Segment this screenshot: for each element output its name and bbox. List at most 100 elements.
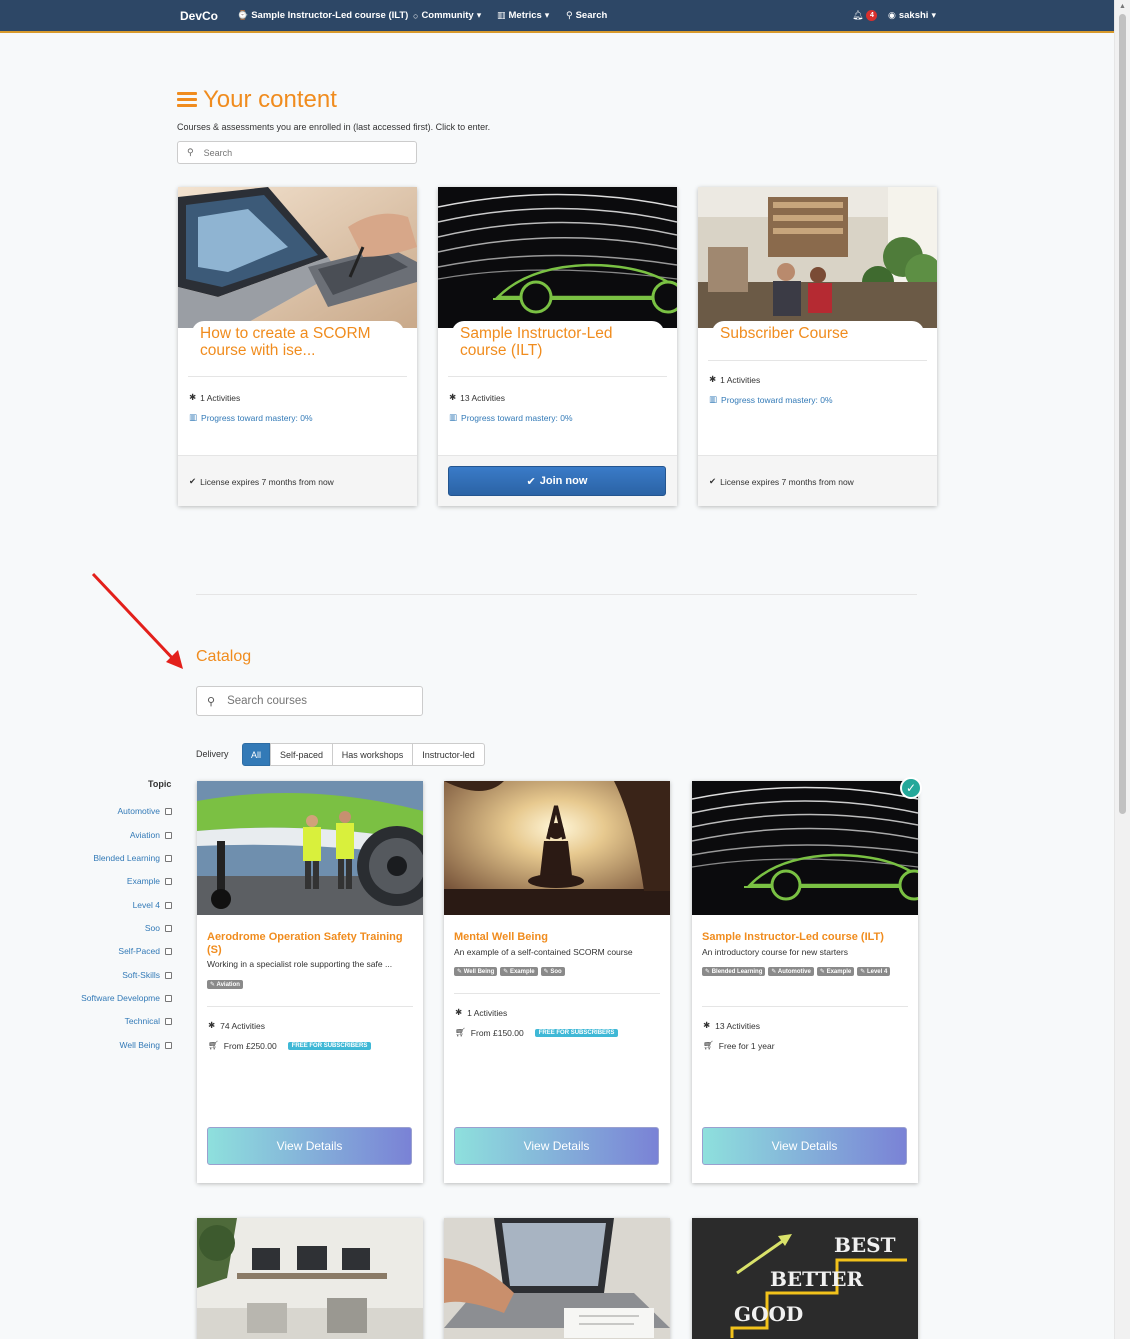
user-menu-dropdown[interactable]: ◉ sakshi ▾ (888, 10, 936, 21)
your-content-subtitle: Courses & assessments you are enrolled i… (177, 122, 491, 132)
catalog-search[interactable]: ⚲ (196, 686, 423, 716)
progress-link[interactable]: ▥ Progress toward mastery: 0% (449, 412, 573, 423)
bar-chart-icon: ▥ (709, 394, 718, 404)
asterisk-icon: ✱ (455, 1007, 463, 1017)
view-details-button[interactable]: View Details (207, 1127, 412, 1165)
checkbox[interactable] (165, 854, 172, 862)
course-tags: ✎ Aviation (207, 980, 413, 989)
caret-down-icon: ▾ (476, 10, 482, 20)
progress-label: Progress toward mastery: 0% (201, 412, 313, 423)
delivery-filter-instructor-led[interactable]: Instructor-led (412, 743, 485, 766)
topic-filter-aviation[interactable]: Aviation (130, 830, 172, 840)
topic-filter-example[interactable]: Example (127, 876, 172, 886)
course-description: An example of a self-contained SCORM cou… (454, 947, 633, 957)
checkbox[interactable] (165, 1041, 172, 1049)
caret-down-icon: ▾ (931, 10, 936, 20)
notifications-button[interactable]: 🔔︎ 4 (852, 10, 878, 21)
checkbox[interactable] (165, 924, 172, 932)
topic-filter-automotive[interactable]: Automotive (117, 806, 172, 816)
topic-filter-self-paced[interactable]: Self-Paced (118, 946, 172, 956)
course-image-meditation-sunset (444, 781, 670, 915)
card-footer: ✔ License expires 7 months from now (698, 455, 937, 506)
checkbox[interactable] (165, 947, 172, 955)
checkbox[interactable] (165, 831, 172, 839)
view-details-button[interactable]: View Details (454, 1127, 659, 1165)
scroll-up-arrow-icon[interactable]: ▲ (1119, 3, 1126, 10)
checkbox[interactable] (165, 1017, 172, 1025)
tag-badge: ✎ Well Being (454, 967, 498, 976)
price-info: 🛒︎ From £250.00 FREE FOR SUBSCRIBERS (208, 1040, 372, 1051)
progress-link[interactable]: ▥ Progress toward mastery: 0% (709, 394, 833, 405)
nav-metrics-dropdown[interactable]: ▥ Metrics ▾ (497, 10, 549, 21)
delivery-filter-all[interactable]: All (242, 743, 270, 766)
good-text: GOOD (734, 1302, 803, 1326)
nav-search-link[interactable]: ⚲ Search (566, 10, 607, 21)
catalog-course-card[interactable]: Mental Well Being An example of a self-c… (444, 781, 670, 1183)
catalog-course-card[interactable] (197, 1218, 423, 1339)
delivery-label: Delivery (196, 749, 229, 759)
asterisk-icon: ✱ (709, 374, 717, 384)
delivery-filter-self-paced[interactable]: Self-paced (270, 743, 333, 766)
catalog-heading: Catalog (196, 648, 252, 665)
activities-label: 74 Activities (220, 1020, 266, 1031)
topic-filter-soo[interactable]: Soo (145, 923, 172, 933)
course-title[interactable]: How to create a SCORM course with ise... (192, 321, 404, 363)
brand-link[interactable]: DevCo (180, 9, 218, 23)
progress-link[interactable]: ▥ Progress toward mastery: 0% (189, 412, 313, 423)
nav-community-dropdown[interactable]: ○ Community ▾ (413, 10, 481, 21)
tag-badge: ✎ Soo (540, 967, 565, 976)
enrolled-course-card[interactable]: Subscriber Course ✱ 1 Activities ▥ Progr… (698, 187, 937, 506)
enrolled-course-card[interactable]: How to create a SCORM course with ise...… (178, 187, 417, 506)
divider (454, 993, 660, 994)
checkbox[interactable] (165, 994, 172, 1002)
checkbox[interactable] (165, 877, 172, 885)
catalog-course-card[interactable]: BEST BETTER GOOD (692, 1218, 918, 1339)
asterisk-icon: ✱ (208, 1020, 216, 1030)
checkbox[interactable] (165, 807, 172, 815)
nav-current-course[interactable]: ⌚ Sample Instructor-Led course (ILT) (237, 10, 408, 21)
catalog-search-input[interactable] (227, 695, 408, 707)
scrollbar-thumb[interactable] (1119, 14, 1126, 814)
your-content-search[interactable]: ⚲ (177, 141, 417, 164)
your-content-search-input[interactable] (203, 147, 394, 158)
catalog-course-card[interactable]: ✓ Sample Instructor-Led course (ILT) An … (692, 777, 922, 1183)
catalog-course-card[interactable] (444, 1218, 670, 1339)
user-name: sakshi (898, 10, 929, 21)
nav-community-label: Community (421, 10, 474, 21)
activities-count: ✱ 13 Activities (449, 392, 505, 403)
course-title[interactable]: Sample Instructor-Led course (ILT) (452, 321, 664, 363)
topic-filter-level-4[interactable]: Level 4 (133, 900, 172, 910)
topic-filter-blended-learning[interactable]: Blended Learning (93, 853, 172, 863)
progress-label: Progress toward mastery: 0% (461, 412, 573, 423)
topic-filter-soft-skills[interactable]: Soft-Skills (122, 970, 172, 980)
enrolled-course-card[interactable]: Sample Instructor-Led course (ILT) ✱ 13 … (438, 187, 677, 506)
catalog-course-card[interactable]: Aerodrome Operation Safety Training (S) … (197, 781, 423, 1183)
view-details-button[interactable]: View Details (702, 1127, 907, 1165)
checkbox[interactable] (165, 901, 172, 909)
course-title[interactable]: Mental Well Being (454, 931, 660, 944)
activities-count: ✱ 13 Activities (703, 1020, 760, 1031)
course-title[interactable]: Aerodrome Operation Safety Training (S) (207, 931, 413, 957)
activities-label: 13 Activities (715, 1020, 761, 1031)
course-tags: ✎ Blended Learning ✎ Automotive ✎ Exampl… (702, 967, 908, 976)
bell-icon: 🔔︎ (852, 10, 864, 20)
topic-filter-well-being[interactable]: Well Being (120, 1040, 172, 1050)
check-icon: ✔ (526, 475, 536, 488)
topic-filter-technical[interactable]: Technical (125, 1016, 172, 1026)
join-now-button[interactable]: ✔ Join now (448, 466, 666, 496)
activities-count: ✱ 74 Activities (208, 1020, 265, 1031)
notification-count-badge: 4 (866, 10, 878, 21)
search-icon: ⚲ (187, 147, 194, 157)
course-title[interactable]: Sample Instructor-Led course (ILT) (702, 931, 908, 944)
course-title[interactable]: Subscriber Course (712, 321, 924, 346)
bar-chart-icon: ▥ (497, 10, 506, 20)
page-scrollbar[interactable]: ▲ (1114, 0, 1130, 1339)
license-label: License expires 7 months from now (200, 476, 334, 487)
divider (708, 360, 927, 361)
activities-count: ✱ 1 Activities (709, 374, 760, 385)
cart-icon: 🛒︎ (208, 1040, 219, 1050)
course-description: Working in a specialist role supporting … (207, 959, 393, 969)
topic-filter-software-development[interactable]: Software Developme (81, 993, 172, 1003)
delivery-filter-has-workshops[interactable]: Has workshops (332, 743, 413, 766)
checkbox[interactable] (165, 971, 172, 979)
